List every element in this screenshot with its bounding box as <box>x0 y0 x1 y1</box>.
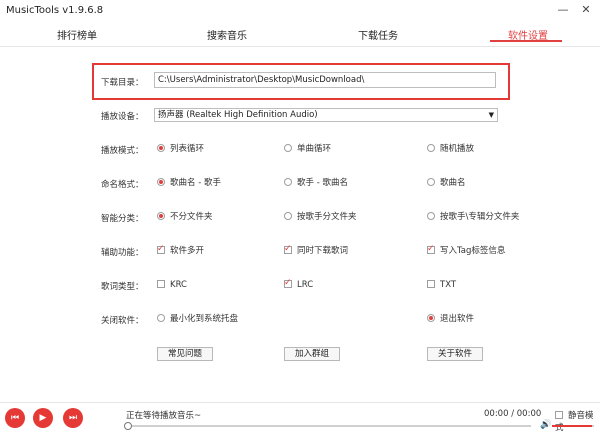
classify-option[interactable]: 按歌手分文件夹 <box>284 211 357 223</box>
playback-device-value: 扬声器 (Realtek High Definition Audio) <box>158 110 318 120</box>
checkbox-icon <box>284 243 292 255</box>
assist-option[interactable]: 写入Tag标签信息 <box>427 243 505 257</box>
tab-bar: 排行榜单 搜索音乐 下载任务 软件设置 <box>0 22 600 47</box>
tab-charts[interactable]: 排行榜单 <box>57 27 97 42</box>
naming-format-label: 命名格式： <box>101 180 144 190</box>
radio-icon <box>157 143 165 152</box>
close-action-option[interactable]: 退出软件 <box>427 313 474 325</box>
app-title: MusicTools v1.9.6.8 <box>6 5 104 16</box>
player-status: 正在等待播放音乐~ <box>126 411 202 421</box>
radio-icon <box>427 143 435 152</box>
radio-icon <box>157 211 165 220</box>
volume-icon[interactable]: 🔊 <box>540 420 551 430</box>
play-mode-option[interactable]: 列表循环 <box>157 143 204 155</box>
naming-format-option[interactable]: 歌手 - 歌曲名 <box>284 177 348 189</box>
lyrics-type-option[interactable]: LRC <box>284 277 313 291</box>
lyrics-type-label: 歌词类型： <box>101 282 144 292</box>
title-bar: MusicTools v1.9.6.8 — ✕ <box>0 0 600 22</box>
play-mode-label: 播放模式： <box>101 146 144 156</box>
lyrics-type-option[interactable]: TXT <box>427 279 456 291</box>
download-dir-label: 下载目录： <box>101 78 144 88</box>
volume-level <box>552 425 592 427</box>
radio-icon <box>284 211 292 220</box>
assist-label: 辅助功能： <box>101 248 144 258</box>
radio-icon <box>157 177 165 186</box>
playback-device-select[interactable]: 扬声器 (Realtek High Definition Audio) ▼ <box>154 108 498 122</box>
radio-icon <box>157 313 165 322</box>
play-mode-option[interactable]: 随机播放 <box>427 143 474 155</box>
player-bar: ⏮ ▶ ⏭ 正在等待播放音乐~ 00:00 / 00:00 静音模式 🔊 <box>0 402 600 433</box>
close-action-label: 关闭软件： <box>101 316 144 326</box>
volume-slider[interactable] <box>552 425 594 427</box>
checkbox-icon <box>157 279 165 288</box>
naming-format-option[interactable]: 歌曲名 <box>427 177 466 189</box>
minimize-icon[interactable]: — <box>555 2 571 18</box>
player-time: 00:00 / 00:00 <box>484 409 542 419</box>
play-mode-option[interactable]: 单曲循环 <box>284 143 331 155</box>
lyrics-type-option[interactable]: KRC <box>157 279 187 291</box>
classify-option[interactable]: 按歌手\专辑分文件夹 <box>427 211 519 223</box>
radio-icon <box>427 177 435 186</box>
next-icon[interactable]: ⏭ <box>63 408 83 428</box>
classify-option[interactable]: 不分文件夹 <box>157 211 213 223</box>
progress-bar[interactable] <box>124 422 531 430</box>
faq-button[interactable]: 常见问题 <box>157 347 213 361</box>
radio-icon <box>427 211 435 220</box>
progress-handle[interactable] <box>124 422 132 430</box>
checkbox-icon <box>555 410 563 419</box>
about-button[interactable]: 关于软件 <box>427 347 483 361</box>
assist-option[interactable]: 软件多开 <box>157 243 204 257</box>
radio-icon <box>427 313 435 322</box>
active-tab-indicator <box>490 40 562 42</box>
chevron-down-icon: ▼ <box>488 111 494 119</box>
previous-icon[interactable]: ⏮ <box>5 408 25 428</box>
tab-search[interactable]: 搜索音乐 <box>207 27 247 42</box>
assist-option[interactable]: 同时下载歌词 <box>284 243 348 257</box>
mute-option[interactable]: 静音模式 <box>555 409 600 433</box>
checkbox-icon <box>157 243 165 255</box>
tab-downloads[interactable]: 下载任务 <box>358 27 398 42</box>
checkbox-icon <box>284 277 292 289</box>
join-group-button[interactable]: 加入群组 <box>284 347 340 361</box>
playback-device-label: 播放设备： <box>101 112 144 122</box>
naming-format-option[interactable]: 歌曲名 - 歌手 <box>157 177 221 189</box>
radio-icon <box>284 177 292 186</box>
classify-label: 智能分类： <box>101 214 144 224</box>
download-dir-input[interactable]: C:\Users\Administrator\Desktop\MusicDown… <box>154 72 496 88</box>
close-action-option[interactable]: 最小化到系统托盘 <box>157 313 238 325</box>
checkbox-icon <box>427 279 435 288</box>
close-icon[interactable]: ✕ <box>578 2 594 18</box>
checkbox-icon <box>427 243 435 255</box>
radio-icon <box>284 143 292 152</box>
play-icon[interactable]: ▶ <box>33 408 53 428</box>
